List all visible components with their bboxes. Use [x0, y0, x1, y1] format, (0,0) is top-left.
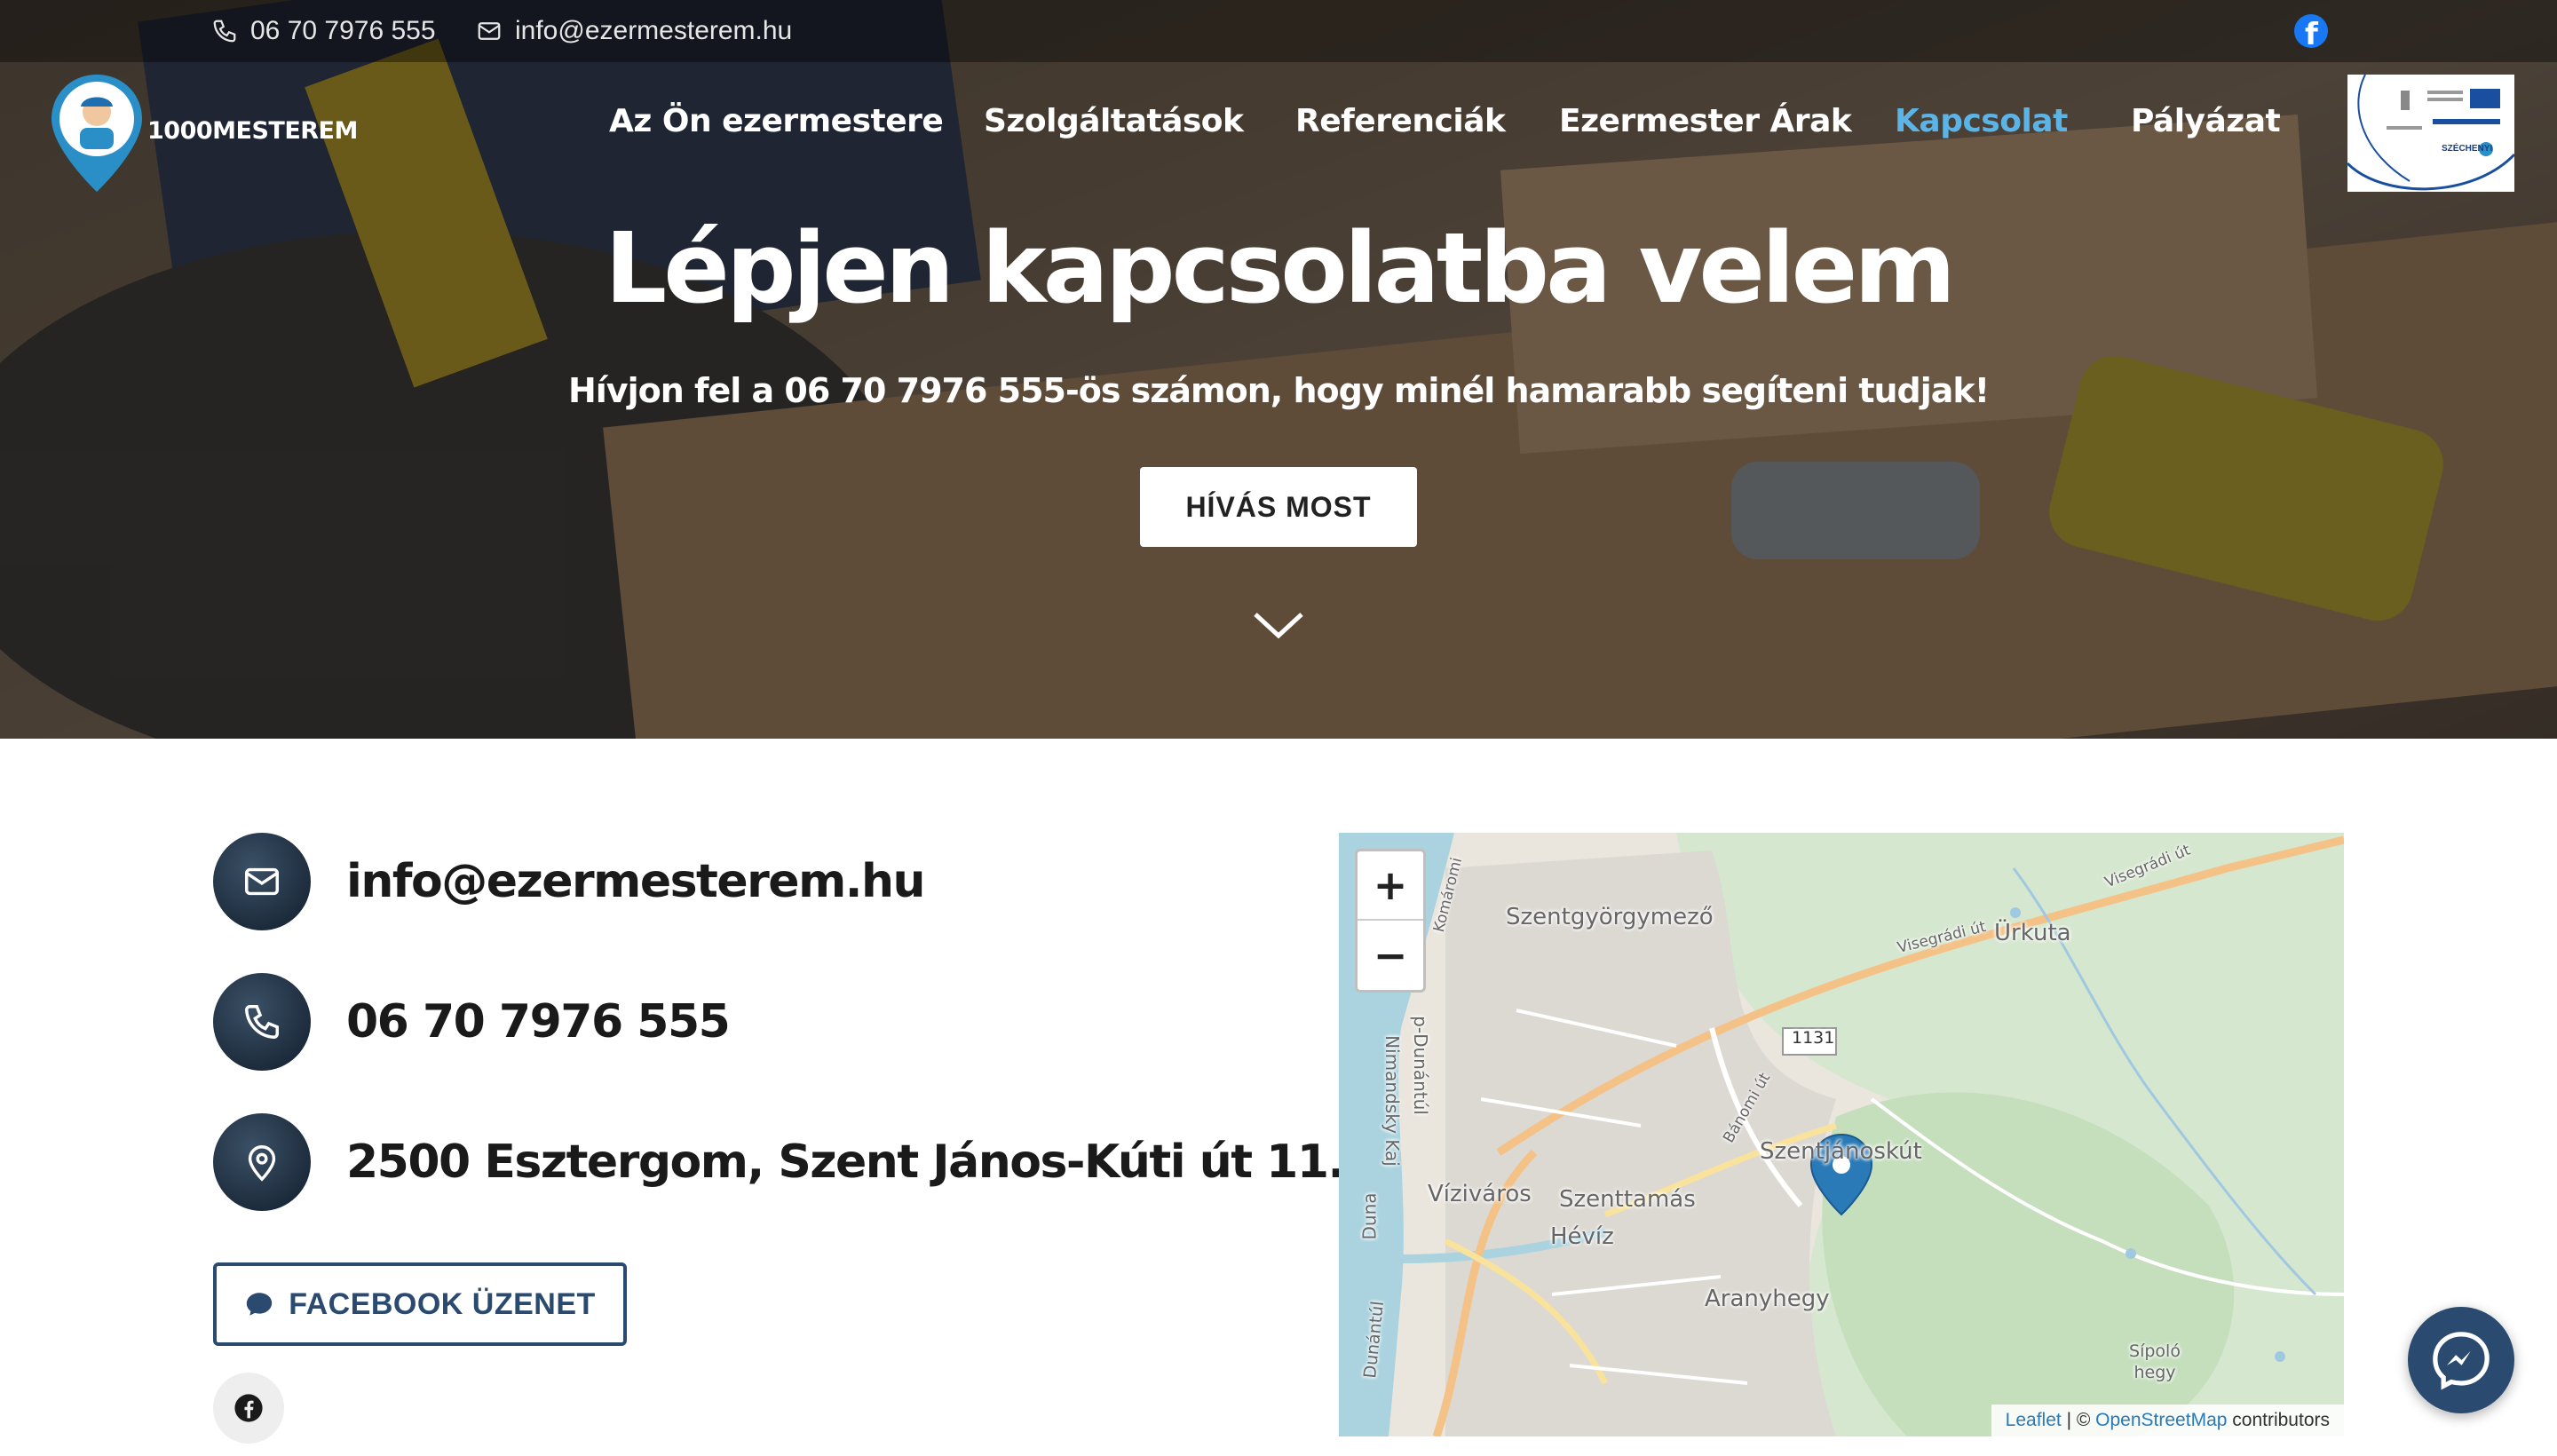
nav-item-ezermestere[interactable]: Az Ön ezermestere [609, 103, 944, 139]
topbar-email-text: info@ezermesterem.hu [515, 16, 793, 45]
szechenyi-logo-icon [2347, 75, 2514, 191]
map-attribution: Leaflet | © OpenStreetMap contributors [1991, 1405, 2344, 1436]
envelope-icon [213, 833, 311, 930]
map-zoom-control: + − [1355, 849, 1426, 993]
nav-item-referenciak[interactable]: Referenciák [1295, 103, 1506, 139]
map-label: Hévíz [1550, 1223, 1614, 1250]
topbar-email[interactable]: info@ezermesterem.hu [476, 0, 792, 62]
map-label: Aranyhegy [1705, 1286, 1830, 1312]
osm-link[interactable]: OpenStreetMap [2095, 1410, 2227, 1430]
nav-item-szolgaltatasok[interactable]: Szolgáltatások [984, 103, 1244, 139]
nav-item-kapcsolat[interactable]: Kapcsolat [1895, 103, 2068, 139]
chevron-down-icon[interactable] [1252, 609, 1305, 641]
map-label: Szenttamás [1559, 1186, 1696, 1213]
topbar-phone[interactable]: 06 70 7976 555 [211, 0, 436, 62]
facebook-circle-icon[interactable] [213, 1373, 284, 1444]
hero-subtitle: Hívjon fel a 06 70 7976 555-ös számon, h… [567, 371, 1990, 410]
contact-phone[interactable]: 06 70 7976 555 [346, 995, 731, 1048]
map-label: Ürkuta [1994, 920, 2071, 946]
messenger-glyph-icon [2433, 1332, 2490, 1390]
attribution-tail: contributors [2227, 1410, 2330, 1430]
location-pin-icon [213, 1113, 311, 1211]
szechenyi-label: SZÉCHENYI [2442, 144, 2493, 154]
map-label: Szentgyörgymező [1506, 904, 1714, 930]
envelope-icon [478, 22, 501, 40]
szechenyi-badge[interactable]: SZÉCHENYI [2347, 75, 2514, 192]
hero-title: Lépjen kapcsolatba velem [605, 211, 1956, 325]
facebook-glyph-icon [234, 1394, 263, 1422]
logo-pin-icon [51, 75, 142, 192]
contact-address: 2500 Esztergom, Szent János-Kúti út 11. [346, 1136, 1345, 1189]
call-now-button[interactable]: HÍVÁS MOST [1140, 467, 1417, 547]
logo-text: 1000MESTEREM [147, 117, 358, 145]
facebook-message-label: FACEBOOK ÜZENET [289, 1286, 596, 1321]
topbar-phone-text: 06 70 7976 555 [250, 16, 436, 45]
contact-phone-row[interactable]: 06 70 7976 555 [213, 973, 731, 1071]
leaflet-link[interactable]: Leaflet [2006, 1410, 2062, 1430]
map-label: p-Dunántúl [1409, 1016, 1431, 1115]
contact-address-row: 2500 Esztergom, Szent János-Kúti út 11. [213, 1113, 1345, 1211]
map-label: Sípoló hegy [2129, 1341, 2181, 1382]
contact-email[interactable]: info@ezermesterem.hu [346, 855, 926, 908]
phone-icon [213, 973, 311, 1071]
map-label: Nimandsky Kaj [1381, 1035, 1403, 1167]
zoom-in-button[interactable]: + [1358, 851, 1423, 921]
contact-email-row[interactable]: info@ezermesterem.hu [213, 833, 926, 930]
zoom-out-button[interactable]: − [1358, 921, 1423, 990]
messenger-icon[interactable] [2408, 1307, 2514, 1413]
hero-section: 06 70 7976 555 info@ezermesterem.hu f 10… [0, 0, 2557, 739]
map-label: Duna [1358, 1192, 1381, 1240]
map-label: Víziváros [1428, 1181, 1532, 1207]
phone-icon [213, 20, 236, 43]
facebook-message-button[interactable]: FACEBOOK ÜZENET [213, 1262, 627, 1346]
nav-item-palyazat[interactable]: Pályázat [2131, 103, 2281, 139]
map[interactable]: Szentgyörgymező Ürkuta Visegrádi út Vise… [1339, 833, 2344, 1436]
top-bar: 06 70 7976 555 info@ezermesterem.hu [0, 0, 2557, 62]
map-label: Szentjánoskút [1760, 1138, 1922, 1165]
facebook-icon[interactable]: f [2294, 14, 2328, 52]
chat-bubble-icon [247, 1293, 273, 1316]
attribution-separator: | © [2061, 1410, 2096, 1430]
nav-item-arak[interactable]: Ezermester Árak [1559, 103, 1852, 139]
map-label: 1131 [1792, 1028, 1835, 1048]
